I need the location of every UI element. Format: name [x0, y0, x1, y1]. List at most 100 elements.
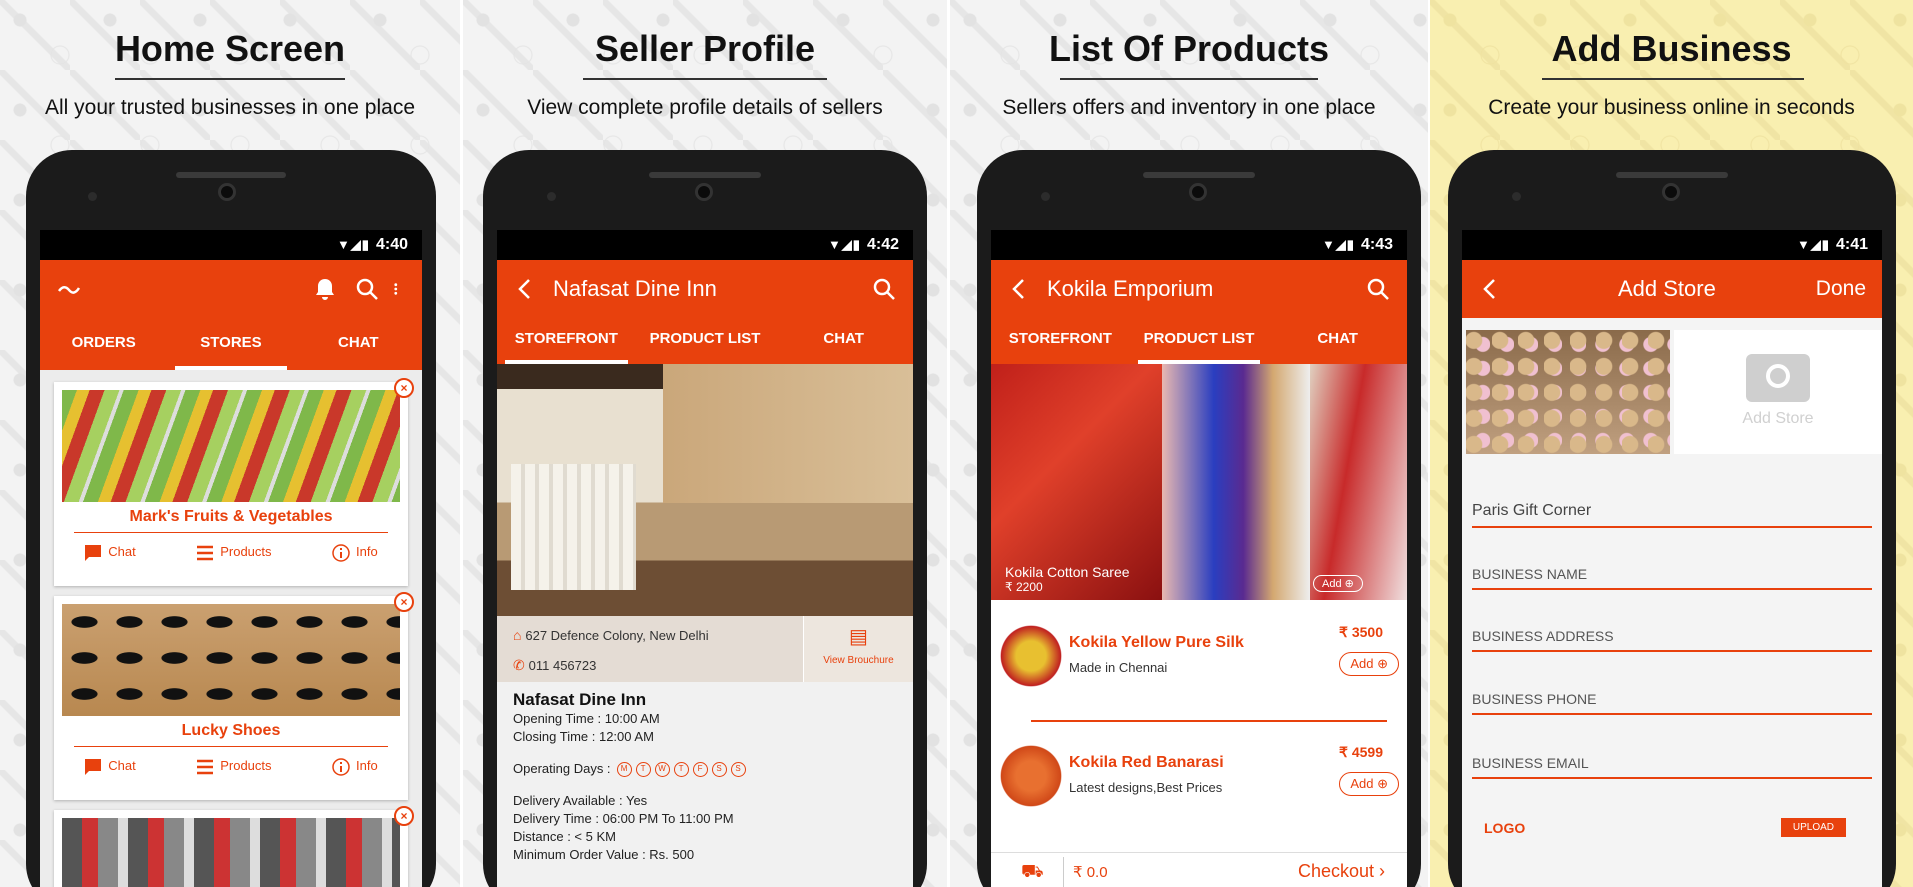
distance: Distance : < 5 KM [513, 829, 616, 844]
store-title: Kokila Emporium [1047, 276, 1214, 301]
tab-storefront[interactable]: STOREFRONT [991, 318, 1130, 364]
list-icon [197, 759, 214, 775]
day-chip: S [730, 761, 746, 777]
upload-logo-button[interactable]: UPLOAD [1780, 818, 1846, 837]
back-arrow-icon[interactable] [513, 276, 539, 302]
banner-add-button[interactable]: Add ⊕ [1313, 575, 1363, 592]
screen: ▼◢▮ 4:40 ORDERS STORES CHAT × Mark's Fru… [40, 230, 422, 887]
phone-icon: ✆ [513, 657, 525, 673]
remove-store-button[interactable]: × [394, 378, 414, 398]
title-divider [1542, 78, 1804, 80]
speaker [176, 172, 286, 178]
tab-orders[interactable]: ORDERS [40, 318, 167, 370]
store-name-field[interactable]: Paris Gift Corner [1472, 502, 1872, 528]
tab-chat[interactable]: CHAT [295, 318, 422, 370]
tab-product-list[interactable]: PRODUCT LIST [636, 318, 775, 364]
product-name: Kokila Yellow Pure Silk [1069, 634, 1244, 651]
info-button[interactable]: Info [332, 544, 378, 562]
panel-subtitle: View complete profile details of sellers [527, 96, 883, 119]
product-item[interactable]: Kokila Red Banarasi Latest designs,Best … [991, 730, 1407, 830]
products-button[interactable]: Products [196, 758, 272, 776]
signal-battery-icon: ▼◢▮ [336, 237, 370, 252]
checkout-bar: ⛟ ₹ 0.0 Checkout › [991, 852, 1407, 887]
home-icon: ⌂ [513, 627, 522, 643]
more-vert-icon[interactable] [392, 276, 406, 302]
store-card[interactable]: × Mark's Fruits & Vegetables Chat Produc… [54, 378, 414, 586]
status-time: 4:42 [866, 236, 899, 253]
checkout-button[interactable]: Checkout › [1298, 861, 1385, 882]
business-phone-field[interactable]: BUSINESS PHONE [1472, 691, 1872, 715]
app-bar [40, 260, 422, 318]
store-photo[interactable] [1466, 330, 1670, 454]
panel-title: Home Screen [114, 28, 346, 69]
featured-banner[interactable]: Kokila Cotton Saree ₹ 2200 Add ⊕ [991, 364, 1407, 600]
title-divider [115, 78, 345, 80]
status-bar: ▼◢▮ 4:43 [991, 230, 1407, 260]
status-bar: ▼◢▮ 4:42 [497, 230, 913, 260]
product-desc: Made in Chennai [1069, 660, 1168, 675]
product-thumb [999, 738, 1063, 814]
business-name-field[interactable]: BUSINESS NAME [1472, 566, 1872, 590]
add-to-cart-button[interactable]: Add ⊕ [1339, 772, 1399, 796]
opening-time: Opening Time : 10:00 AM [513, 711, 660, 726]
chat-button[interactable]: Chat [84, 758, 136, 776]
logo-label: LOGO [1484, 820, 1526, 836]
store-actions: Chat Products Info [54, 758, 408, 776]
panel-home-screen: Home Screen All your trusted businesses … [0, 0, 460, 887]
product-item[interactable]: Kokila Yellow Pure Silk Made in Chennai … [991, 610, 1407, 710]
search-icon[interactable] [1365, 276, 1391, 302]
day-chip: F [692, 761, 708, 777]
info-icon [332, 758, 350, 776]
product-price: ₹ 4599 [1339, 744, 1383, 760]
notification-bell-icon[interactable] [312, 276, 338, 302]
phone-frame: ▼◢▮ 4:40 ORDERS STORES CHAT × Mark's Fru… [26, 150, 436, 887]
back-arrow-icon[interactable] [1007, 276, 1033, 302]
tab-bar: STOREFRONT PRODUCT LIST CHAT [991, 318, 1407, 364]
products-button[interactable]: Products [196, 544, 272, 562]
chat-button[interactable]: Chat [84, 544, 136, 562]
panel-title: Add Business [1551, 28, 1792, 69]
remove-store-button[interactable]: × [394, 806, 414, 826]
remove-store-button[interactable]: × [394, 592, 414, 612]
day-chip: M [616, 761, 632, 777]
details-block: Nafasat Dine Inn Opening Time : 10:00 AM… [513, 690, 903, 864]
min-order: Minimum Order Value : Rs. 500 [513, 847, 695, 862]
menu-logo-icon[interactable] [56, 276, 82, 302]
tab-product-list[interactable]: PRODUCT LIST [1130, 318, 1269, 364]
business-email-field[interactable]: BUSINESS EMAIL [1472, 755, 1872, 779]
store-card[interactable]: × [54, 806, 414, 887]
add-store-photo-button[interactable]: Add Store [1674, 330, 1882, 454]
info-button[interactable]: Info [332, 758, 378, 776]
day-chip: S [711, 761, 727, 777]
done-button[interactable]: Done [1816, 277, 1866, 301]
signal-battery-icon: ▼◢▮ [827, 237, 861, 252]
screen: ▼◢▮ 4:42 Nafasat Dine Inn STOREFRONT PRO… [497, 230, 913, 887]
phone-row[interactable]: ✆ 011 456723 [513, 656, 596, 675]
add-to-cart-button[interactable]: Add ⊕ [1339, 652, 1399, 676]
panel-subtitle: All your trusted businesses in one place [44, 96, 416, 119]
operating-days: Operating Days : MTWTFSS [513, 760, 903, 778]
restaurant-name: Nafasat Dine Inn [513, 690, 647, 709]
store-card[interactable]: × Lucky Shoes Chat Products Info [54, 592, 414, 800]
store-name: Lucky Shoes [181, 722, 281, 739]
separator [1063, 857, 1064, 887]
business-address-field[interactable]: BUSINESS ADDRESS [1472, 628, 1872, 652]
tab-chat[interactable]: CHAT [774, 318, 913, 364]
search-icon[interactable] [354, 276, 380, 302]
phone-frame: ▼◢▮ 4:42 Nafasat Dine Inn STOREFRONT PRO… [483, 150, 927, 887]
product-price: ₹ 3500 [1339, 624, 1383, 640]
back-arrow-icon[interactable] [1478, 276, 1504, 302]
divider [74, 746, 388, 747]
tab-chat[interactable]: CHAT [1268, 318, 1407, 364]
cart-icon[interactable]: ⛟ [1021, 861, 1044, 885]
tab-storefront[interactable]: STOREFRONT [497, 318, 636, 364]
front-camera [1662, 183, 1680, 201]
restaurant-photo [497, 364, 913, 616]
app-bar: Kokila Emporium [991, 260, 1407, 318]
title-divider [583, 78, 827, 80]
view-brochure-button[interactable]: ▤ View Brouchure [803, 616, 913, 682]
cart-total: ₹ 0.0 [1073, 864, 1108, 881]
search-icon[interactable] [871, 276, 897, 302]
status-bar: ▼◢▮ 4:41 [1462, 230, 1882, 260]
tab-stores[interactable]: STORES [167, 318, 294, 370]
